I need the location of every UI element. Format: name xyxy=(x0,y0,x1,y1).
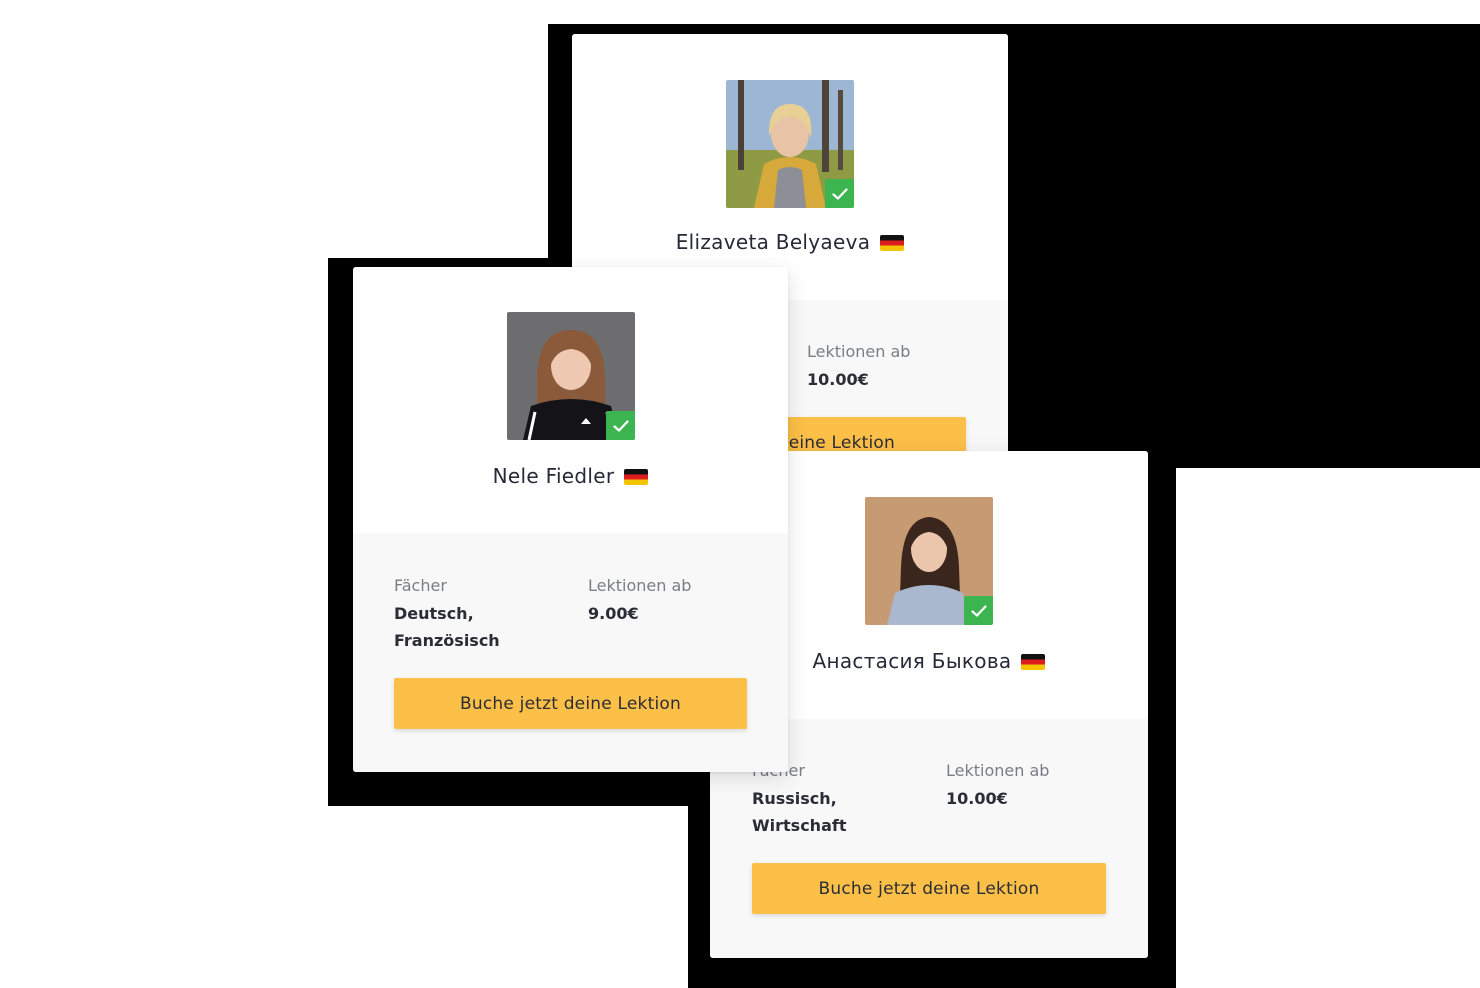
tutor-card-nele: Nele Fiedler Fächer Deutsch, Französisch… xyxy=(353,267,788,772)
subjects-label: Fächer xyxy=(394,576,447,595)
price-label: Lektionen ab xyxy=(946,761,1050,780)
germany-flag-icon xyxy=(1021,654,1046,670)
tutor-name-row: Elizaveta Belyaeva xyxy=(572,230,1008,254)
verified-check-icon xyxy=(606,411,635,440)
price-value: 10.00€ xyxy=(807,370,869,389)
subject-item: Russisch, xyxy=(752,789,837,808)
subject-item: Französisch xyxy=(394,631,500,650)
tutor-name-row: Nele Fiedler xyxy=(353,464,788,488)
book-lesson-button[interactable]: Buche jetzt deine Lektion xyxy=(752,863,1106,914)
tutor-name: Анастасия Быкова xyxy=(812,649,1012,673)
subjects-value: Russisch, Wirtschaft xyxy=(752,785,846,839)
price-label: Lektionen ab xyxy=(807,342,911,361)
book-lesson-button[interactable]: Buche jetzt deine Lektion xyxy=(394,678,747,729)
book-lesson-button-label: Buche jetzt deine Lektion xyxy=(460,693,681,714)
tutor-name: Nele Fiedler xyxy=(492,464,615,488)
price-value: 10.00€ xyxy=(946,789,1008,808)
tutor-photo[interactable] xyxy=(507,312,635,440)
subject-item: Wirtschaft xyxy=(752,816,847,835)
germany-flag-icon xyxy=(880,235,905,251)
verified-check-icon xyxy=(964,596,993,625)
price-label: Lektionen ab xyxy=(588,576,692,595)
verified-check-icon xyxy=(825,179,854,208)
tutor-photo[interactable] xyxy=(726,80,854,208)
price-value: 9.00€ xyxy=(588,604,639,623)
germany-flag-icon xyxy=(624,469,649,485)
subject-item: Deutsch, xyxy=(394,604,474,623)
book-lesson-button-label: Buche jetzt deine Lektion xyxy=(818,878,1040,899)
tutor-name: Elizaveta Belyaeva xyxy=(675,230,871,254)
book-lesson-button-label: deine Lektion xyxy=(777,432,895,453)
subjects-value: Deutsch, Französisch xyxy=(394,600,500,654)
tutor-photo[interactable] xyxy=(865,497,993,625)
